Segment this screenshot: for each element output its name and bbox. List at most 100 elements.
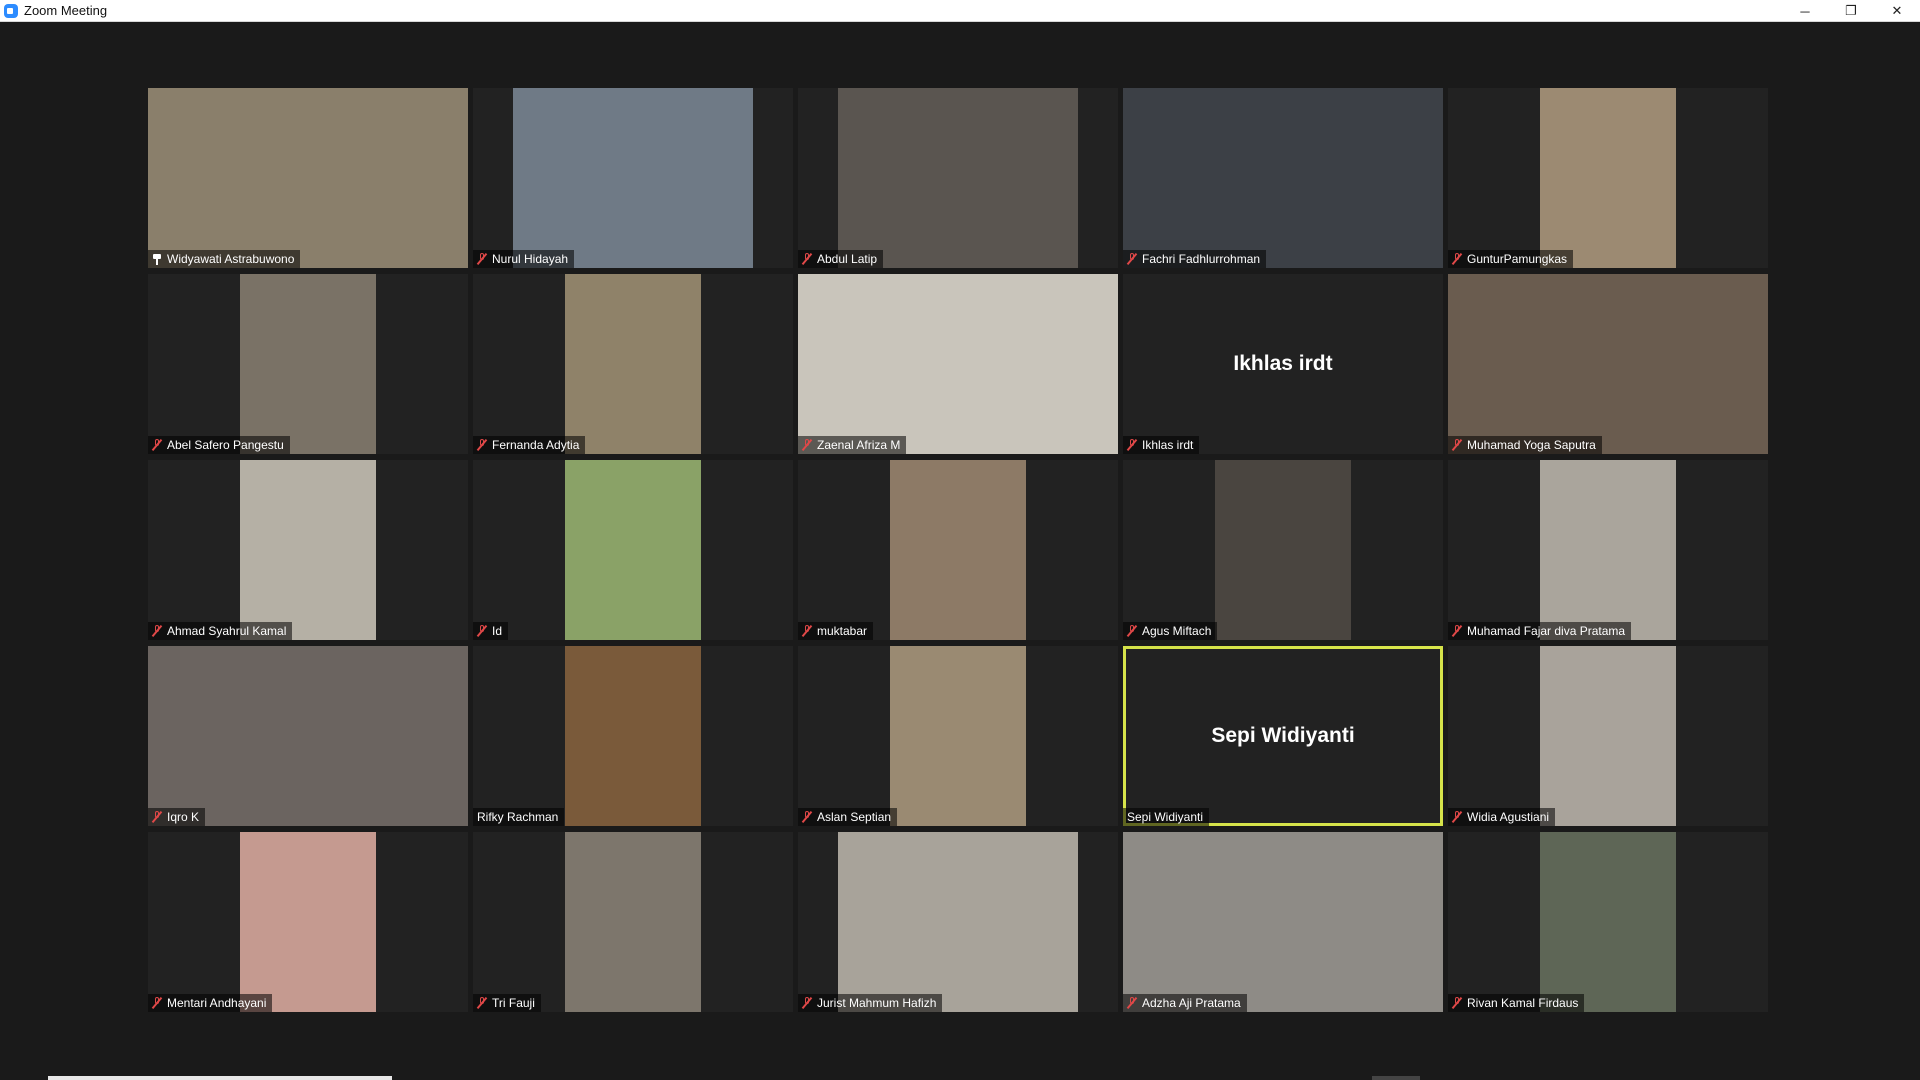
restore-button[interactable]: ❐	[1828, 0, 1874, 22]
participant-video	[1123, 832, 1443, 1012]
mic-muted-icon	[152, 811, 162, 823]
participant-tile[interactable]: Jurist Mahmum Hafizh	[798, 832, 1118, 1012]
participant-name: Ahmad Syahrul Kamal	[167, 624, 287, 638]
participant-video	[890, 646, 1026, 826]
participant-name-bar: Id	[473, 622, 509, 640]
mic-muted-icon	[802, 253, 812, 265]
participant-name-bar: Muhamad Yoga Saputra	[1448, 436, 1602, 454]
participant-tile[interactable]: Nurul Hidayah	[473, 88, 793, 268]
participant-name: Muhamad Fajar diva Pratama	[1467, 624, 1626, 638]
participant-tile[interactable]: Agus Miftach	[1123, 460, 1443, 640]
participant-name-bar: Widyawati Astrabuwono	[148, 250, 301, 268]
participant-tile[interactable]: Abel Safero Pangestu	[148, 274, 468, 454]
participant-video	[838, 832, 1078, 1012]
mic-muted-icon	[1452, 253, 1462, 265]
participant-video	[240, 832, 376, 1012]
participant-name: Sepi Widiyanti	[1127, 810, 1204, 824]
participant-video	[148, 646, 468, 826]
participant-name-bar: muktabar	[798, 622, 874, 640]
window-controls: ─ ❐ ✕	[1782, 0, 1920, 22]
mic-muted-icon	[152, 439, 162, 451]
participant-video	[565, 646, 701, 826]
participant-name-bar: Rivan Kamal Firdaus	[1448, 994, 1585, 1012]
participant-name: Iqro K	[167, 810, 200, 824]
participant-tile[interactable]: muktabar	[798, 460, 1118, 640]
participant-tile[interactable]: Iqro K	[148, 646, 468, 826]
participant-video	[1448, 274, 1768, 454]
participant-tile[interactable]: Ikhlas irdt Ikhlas irdt	[1123, 274, 1443, 454]
participant-video	[838, 88, 1078, 268]
participant-name: Zaenal Afriza M	[817, 438, 901, 452]
participant-center-name: Sepi Widiyanti	[1211, 724, 1355, 747]
participant-video	[240, 460, 376, 640]
participant-name: GunturPamungkas	[1467, 252, 1568, 266]
participant-tile[interactable]: Rivan Kamal Firdaus	[1448, 832, 1768, 1012]
participant-name: Agus Miftach	[1142, 624, 1212, 638]
participant-video	[565, 460, 701, 640]
participant-tile[interactable]: Zaenal Afriza M	[798, 274, 1118, 454]
participant-name: Nurul Hidayah	[492, 252, 569, 266]
participant-video	[240, 274, 376, 454]
mic-muted-icon	[802, 811, 812, 823]
participant-tile[interactable]: Adzha Aji Pratama	[1123, 832, 1443, 1012]
participant-video	[1540, 832, 1676, 1012]
meeting-stage: Widyawati Astrabuwono Nurul Hidayah Abdul …	[0, 22, 1920, 1080]
participant-name: Abel Safero Pangestu	[167, 438, 284, 452]
mic-muted-icon	[1452, 625, 1462, 637]
participant-video	[1540, 460, 1676, 640]
participant-name: Tri Fauji	[492, 996, 535, 1010]
scroll-thumb[interactable]	[1372, 1076, 1420, 1080]
participant-name: Fachri Fadhlurrohman	[1142, 252, 1261, 266]
participant-video	[565, 274, 701, 454]
participant-tile[interactable]: Fachri Fadhlurrohman	[1123, 88, 1443, 268]
participant-name-bar: Fachri Fadhlurrohman	[1123, 250, 1267, 268]
participant-tile[interactable]: Tri Fauji	[473, 832, 793, 1012]
participant-tile[interactable]: Fernanda Adytia	[473, 274, 793, 454]
participant-name-bar: Jurist Mahmum Hafizh	[798, 994, 943, 1012]
participant-tile[interactable]: Widia Agustiani	[1448, 646, 1768, 826]
gallery-view-grid: Widyawati Astrabuwono Nurul Hidayah Abdul …	[148, 88, 1768, 1012]
participant-name-bar: Widia Agustiani	[1448, 808, 1556, 826]
participant-tile[interactable]: Rifky Rachman	[473, 646, 793, 826]
participant-tile[interactable]: Sepi Widiyanti Sepi Widiyanti	[1123, 646, 1443, 826]
participant-name-bar: Iqro K	[148, 808, 206, 826]
participant-name-bar: Ahmad Syahrul Kamal	[148, 622, 293, 640]
participant-name: muktabar	[817, 624, 868, 638]
participant-tile[interactable]: Id	[473, 460, 793, 640]
mic-muted-icon	[802, 439, 812, 451]
minimize-button[interactable]: ─	[1782, 0, 1828, 22]
mic-muted-icon	[477, 253, 487, 265]
zoom-app-icon	[4, 3, 18, 18]
participant-tile[interactable]: GunturPamungkas	[1448, 88, 1768, 268]
participant-tile[interactable]: Muhamad Fajar diva Pratama	[1448, 460, 1768, 640]
participant-name: Adzha Aji Pratama	[1142, 996, 1241, 1010]
participant-video	[565, 832, 701, 1012]
close-button[interactable]: ✕	[1874, 0, 1920, 22]
participant-video	[890, 460, 1026, 640]
participant-name: Widyawati Astrabuwono	[167, 252, 295, 266]
participant-tile[interactable]: Widyawati Astrabuwono	[148, 88, 468, 268]
mic-muted-icon	[477, 997, 487, 1009]
participant-tile[interactable]: Muhamad Yoga Saputra	[1448, 274, 1768, 454]
participant-tile[interactable]: Mentari Andhayani	[148, 832, 468, 1012]
participant-tile[interactable]: Abdul Latip	[798, 88, 1118, 268]
participant-name-bar: Zaenal Afriza M	[798, 436, 907, 454]
mic-muted-icon	[802, 997, 812, 1009]
mic-muted-icon	[477, 439, 487, 451]
participant-name-bar: Tri Fauji	[473, 994, 541, 1012]
participant-name-bar: GunturPamungkas	[1448, 250, 1574, 268]
participant-name: Fernanda Adytia	[492, 438, 580, 452]
participant-name-bar: Abdul Latip	[798, 250, 884, 268]
participant-name: Widia Agustiani	[1467, 810, 1550, 824]
participant-name-bar: Aslan Septian	[798, 808, 898, 826]
mic-muted-icon	[1127, 997, 1137, 1009]
mic-muted-icon	[1452, 997, 1462, 1009]
participant-name-bar: Sepi Widiyanti	[1123, 808, 1210, 826]
horizontal-scrollbar[interactable]	[48, 1076, 392, 1080]
participant-video	[1215, 460, 1351, 640]
mic-muted-icon	[477, 625, 487, 637]
participant-tile[interactable]: Aslan Septian	[798, 646, 1118, 826]
participant-tile[interactable]: Ahmad Syahrul Kamal	[148, 460, 468, 640]
participant-name-bar: Nurul Hidayah	[473, 250, 575, 268]
participant-name-bar: Mentari Andhayani	[148, 994, 273, 1012]
